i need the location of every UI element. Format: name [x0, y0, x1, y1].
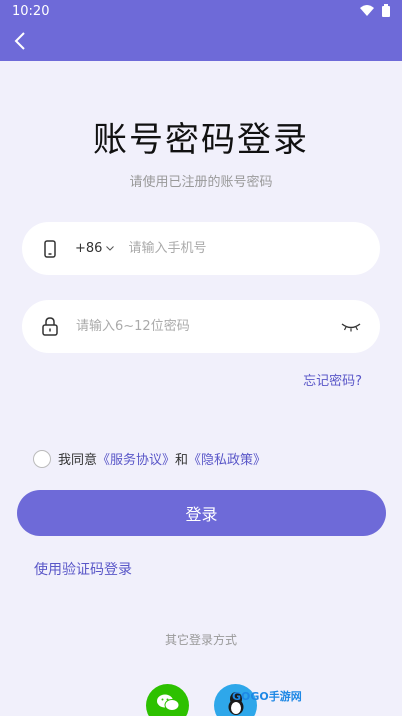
app-bar: 10:20: [0, 0, 402, 61]
wechat-login-button[interactable]: [146, 684, 189, 716]
agreement-row: 我同意 《服务协议》 和 《隐私政策》: [33, 449, 266, 468]
other-login-methods-label: 其它登录方式: [164, 633, 237, 647]
chevron-left-icon: [14, 32, 25, 50]
phone-field: +86: [22, 222, 380, 275]
page-title: 账号密码登录: [93, 120, 309, 160]
country-code-select[interactable]: +86: [75, 241, 115, 256]
privacy-policy-link[interactable]: 《隐私政策》: [188, 449, 266, 468]
mobile-phone-icon: [40, 239, 60, 259]
country-code-value: +86: [75, 241, 103, 256]
status-time: 10:20: [12, 4, 50, 19]
eye-closed-icon: [341, 322, 361, 331]
phone-input[interactable]: [128, 222, 380, 275]
battery-icon: [382, 4, 390, 17]
back-button[interactable]: [8, 28, 32, 54]
chevron-down-icon: [106, 246, 115, 251]
wifi-icon: [360, 5, 374, 16]
watermark-logo: GOGO手游网: [232, 690, 302, 703]
password-input[interactable]: [76, 300, 340, 353]
toggle-password-visibility-button[interactable]: [340, 316, 362, 338]
forgot-password-link[interactable]: 忘记密码?: [303, 370, 362, 389]
wechat-icon: [156, 694, 179, 711]
status-bar: 10:20: [0, 0, 402, 24]
agreement-prefix: 我同意: [58, 453, 98, 468]
page-subtitle: 请使用已注册的账号密码: [129, 175, 273, 190]
password-field: [22, 300, 380, 353]
status-icons: [360, 4, 390, 17]
agreement-and: 和: [175, 453, 189, 468]
agreement-checkbox[interactable]: [33, 449, 51, 468]
service-agreement-link[interactable]: 《服务协议》: [97, 449, 175, 468]
sms-login-link[interactable]: 使用验证码登录: [34, 559, 132, 579]
lock-icon: [40, 317, 60, 337]
login-button[interactable]: 登录: [17, 490, 386, 536]
